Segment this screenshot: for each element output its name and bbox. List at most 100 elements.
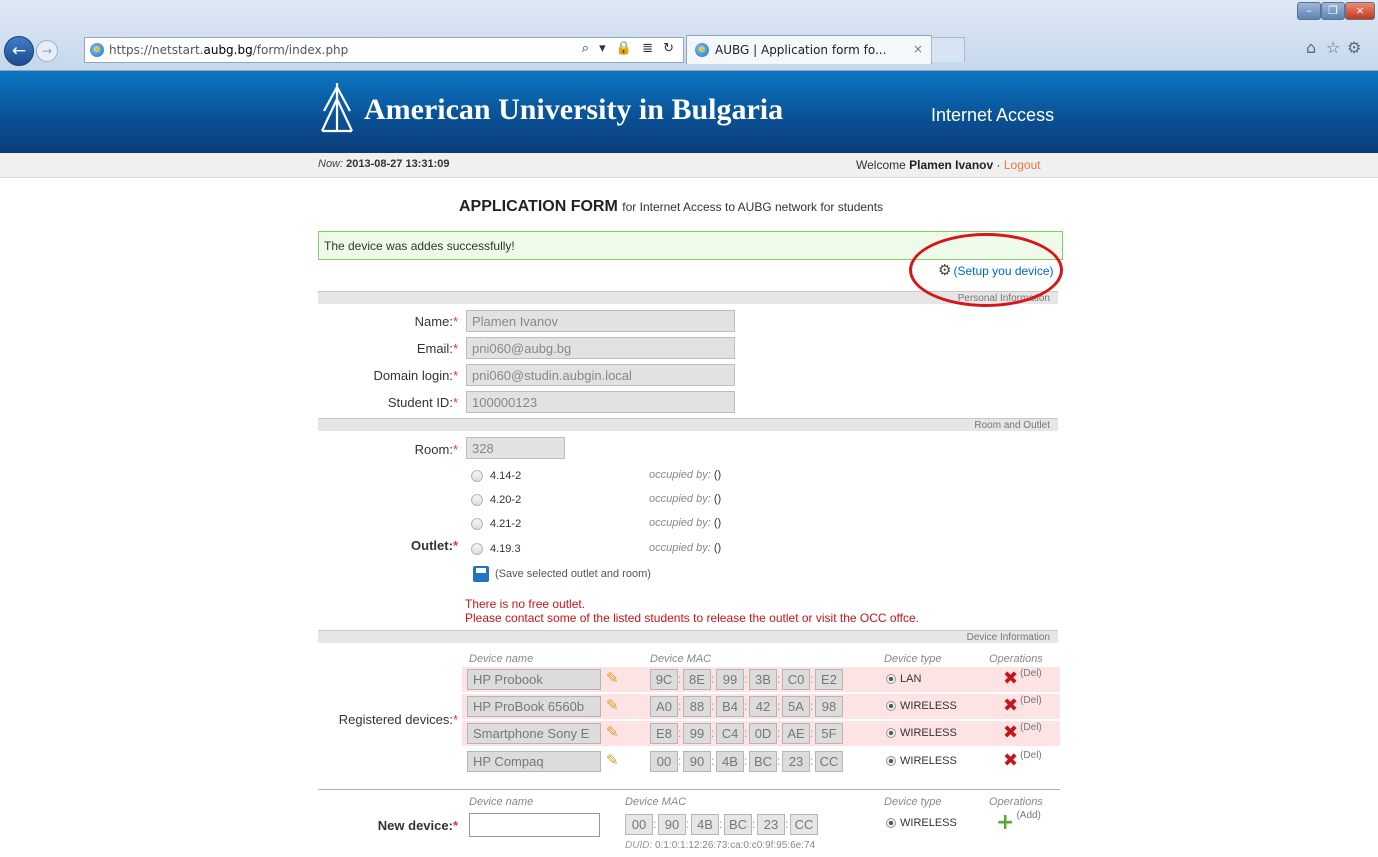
occupied-by: occupied by: () xyxy=(649,493,721,505)
room-outlet-section-label: Room and Outlet xyxy=(974,420,1050,431)
outlet-label-text: Outlet: xyxy=(411,538,453,553)
address-tools-icons[interactable]: ⌕ ▾ 🔒 ≣ ↻ xyxy=(582,41,677,56)
col-device-type: Device type xyxy=(884,653,942,665)
window-minimize-button[interactable]: – xyxy=(1297,2,1321,20)
mac-separator: : xyxy=(711,754,715,768)
new-device-type[interactable]: WIRELESS xyxy=(886,817,957,829)
email-label-text: Email: xyxy=(416,341,453,356)
window-close-button[interactable]: × xyxy=(1345,2,1375,20)
mac-octet-field: 23 xyxy=(782,751,810,772)
edit-pencil-icon[interactable]: ✎ xyxy=(606,723,619,741)
edit-pencil-icon[interactable]: ✎ xyxy=(606,696,619,714)
occupied-label: occupied by: xyxy=(649,493,711,505)
url-text[interactable]: https://netstart.aubg.bg/form/index.php xyxy=(109,43,348,57)
mac-separator: : xyxy=(785,817,789,831)
outlet-radio[interactable] xyxy=(471,518,483,530)
occupied-by: occupied by: () xyxy=(649,517,721,529)
form-title-main: APPLICATION FORM xyxy=(459,198,618,215)
delete-device-button[interactable]: ✖ (Del) xyxy=(1003,695,1042,716)
required-mark: * xyxy=(452,712,458,727)
current-time: Now: 2013-08-27 13:31:09 xyxy=(318,158,449,170)
room-field[interactable]: 328 xyxy=(466,437,565,459)
welcome-label: Welcome xyxy=(856,158,906,172)
url-domain: aubg.bg xyxy=(203,43,253,57)
delete-text: (Del) xyxy=(1020,750,1042,761)
address-bar[interactable]: e https://netstart.aubg.bg/form/index.ph… xyxy=(84,37,684,63)
device-name-field[interactable]: HP Probook xyxy=(467,669,601,690)
save-outlet-link[interactable]: (Save selected outlet and room) xyxy=(473,566,651,582)
form-title: APPLICATION FORM for Internet Access to … xyxy=(459,198,883,216)
delete-device-button[interactable]: ✖ (Del) xyxy=(1003,668,1042,689)
mac-octet-field: 4B xyxy=(716,751,744,772)
device-name-field[interactable]: HP Compaq xyxy=(467,751,601,772)
outlet-radio[interactable] xyxy=(471,543,483,555)
domain-login-label-text: Domain login: xyxy=(373,368,453,383)
window-maximize-button[interactable]: ❐ xyxy=(1321,2,1345,20)
favorites-star-icon[interactable]: ☆ xyxy=(1326,38,1340,57)
back-button[interactable]: ← xyxy=(4,36,34,66)
browser-tab[interactable]: e AUBG | Application form fo... × xyxy=(686,35,932,64)
delete-device-button[interactable]: ✖ (Del) xyxy=(1003,722,1042,743)
mac-octet-field: 00 xyxy=(650,751,678,772)
mac-octet-field: 90 xyxy=(683,751,711,772)
new-device-label-text: New device: xyxy=(377,818,453,833)
occupied-label: occupied by: xyxy=(649,517,711,529)
new-mac-octet-field: 00 xyxy=(625,814,653,835)
device-type-text: WIRELESS xyxy=(900,755,957,767)
new-device-type-text: WIRELESS xyxy=(900,817,957,829)
room-label-text: Room: xyxy=(414,442,453,457)
device-type-radio[interactable]: WIRELESS xyxy=(886,700,957,712)
tab-close-icon[interactable]: × xyxy=(913,42,923,56)
new-tab-button[interactable] xyxy=(931,37,965,62)
url-path: /form/index.php xyxy=(252,43,349,57)
registered-devices-label-text: Registered devices: xyxy=(338,712,453,727)
new-col-device-name: Device name xyxy=(469,796,534,808)
device-type-radio[interactable]: WIRELESS xyxy=(886,755,957,767)
edit-pencil-icon[interactable]: ✎ xyxy=(606,669,619,687)
add-device-button[interactable]: + (Add) xyxy=(996,810,1041,835)
occupied-label: occupied by: xyxy=(649,542,711,554)
new-device-name-input[interactable] xyxy=(469,813,600,837)
form-title-sub: for Internet Access to AUBG network for … xyxy=(622,200,884,214)
outlet-radio[interactable] xyxy=(471,470,483,482)
delete-device-button[interactable]: ✖ (Del) xyxy=(1003,750,1042,771)
radio-selected-icon xyxy=(886,756,896,767)
new-col-device-type: Device type xyxy=(884,796,942,808)
mac-separator: : xyxy=(810,726,814,740)
email-label: Email:* xyxy=(300,341,458,356)
domain-login-field[interactable]: pni060@studin.aubgin.local xyxy=(466,364,735,386)
mac-separator: : xyxy=(711,699,715,713)
radio-selected-icon xyxy=(886,728,896,739)
mac-separator: : xyxy=(744,726,748,740)
email-field[interactable]: pni060@aubg.bg xyxy=(466,337,735,359)
occupied-label: occupied by: xyxy=(649,469,711,481)
now-value: 2013-08-27 13:31:09 xyxy=(346,158,450,170)
edit-pencil-icon[interactable]: ✎ xyxy=(606,751,619,769)
mac-separator: : xyxy=(678,754,682,768)
mac-separator: : xyxy=(810,699,814,713)
device-type-text: WIRELESS xyxy=(900,700,957,712)
new-device-label: New device:* xyxy=(300,818,458,833)
error-no-outlet: There is no free outlet. xyxy=(465,597,586,611)
device-name-field[interactable]: HP ProBook 6560b xyxy=(467,696,601,717)
student-id-field[interactable]: 100000123 xyxy=(466,391,735,413)
outlet-radio[interactable] xyxy=(471,494,483,506)
device-name-field[interactable]: Smartphone Sony E xyxy=(467,723,601,744)
url-prefix: https://netstart. xyxy=(109,43,204,57)
mac-separator: : xyxy=(719,817,723,831)
device-type-radio[interactable]: WIRELESS xyxy=(886,727,957,739)
tools-gear-icon[interactable]: ⚙ xyxy=(1347,38,1361,57)
forward-button[interactable]: → xyxy=(36,40,58,62)
device-type-radio[interactable]: LAN xyxy=(886,673,921,685)
home-icon[interactable]: ⌂ xyxy=(1306,38,1316,57)
mac-octet-field: BC xyxy=(749,751,777,772)
occupied-by: occupied by: () xyxy=(649,542,721,554)
domain-login-label: Domain login:* xyxy=(300,368,458,383)
col-operations: Operations xyxy=(989,653,1043,665)
mac-separator: : xyxy=(686,817,690,831)
logout-link[interactable]: Logout xyxy=(1004,158,1041,172)
name-field[interactable]: Plamen Ivanov xyxy=(466,310,735,332)
mac-separator: : xyxy=(777,726,781,740)
required-mark: * xyxy=(452,442,458,457)
occupied-value: () xyxy=(713,517,722,529)
